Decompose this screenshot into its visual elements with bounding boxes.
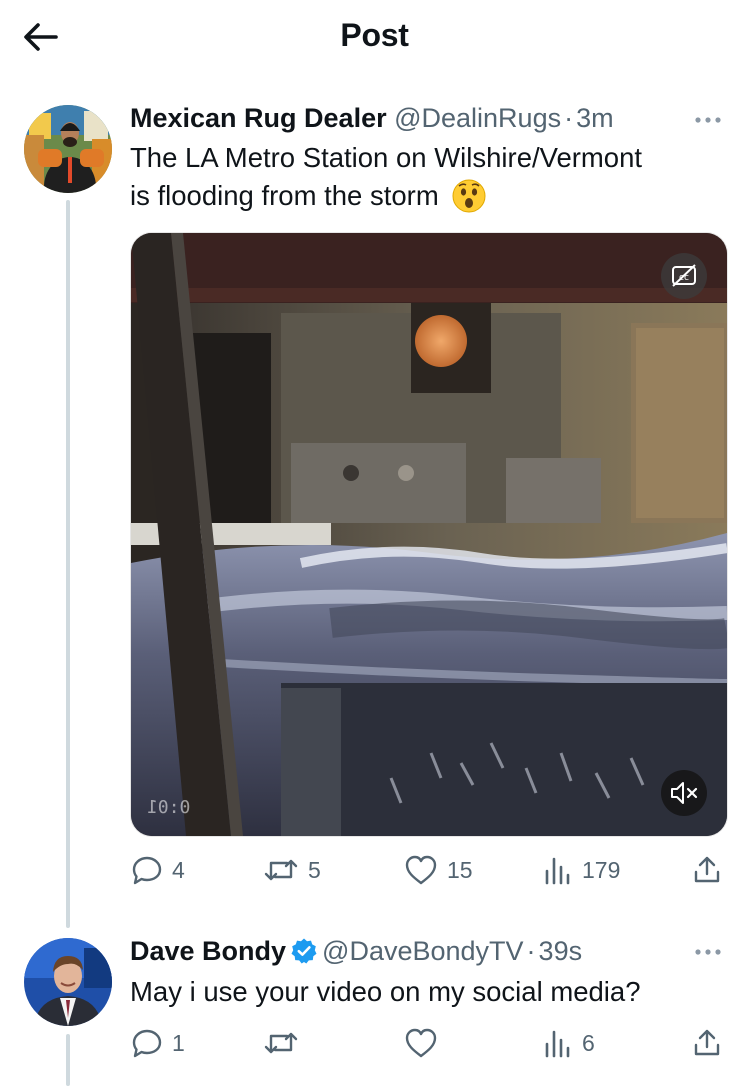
share-icon xyxy=(694,1029,720,1056)
author-handle[interactable]: @DealinRugs xyxy=(394,103,561,133)
video-timestamp: 0:01 xyxy=(147,797,191,818)
post-text: The LA Metro Station on Wilshire/Vermont… xyxy=(130,139,642,215)
separator: · xyxy=(564,103,574,133)
heart-icon xyxy=(405,1028,437,1058)
astonished-face-icon xyxy=(452,179,486,213)
reply-author-name[interactable]: Dave Bondy xyxy=(130,936,286,966)
mute-button[interactable] xyxy=(661,770,707,816)
heart-icon xyxy=(405,855,437,885)
reply-button[interactable]: 4 xyxy=(130,853,185,887)
thread-line xyxy=(66,200,70,928)
thread-line-continued xyxy=(66,1034,70,1086)
page-title: Post xyxy=(340,17,409,53)
share-icon xyxy=(694,856,720,883)
share-button[interactable] xyxy=(690,853,724,887)
reply-separator: · xyxy=(526,936,536,966)
reply-avatar-photo xyxy=(24,938,112,1026)
reply-bubble-icon xyxy=(132,856,162,885)
more-dots-icon xyxy=(695,949,721,955)
more-dots-icon xyxy=(695,117,721,123)
verified-badge-icon xyxy=(291,938,317,964)
avatar-photo xyxy=(24,105,112,193)
reply-views-button[interactable]: 6 xyxy=(540,1026,595,1060)
reply-reply-button[interactable]: 1 xyxy=(130,1026,185,1060)
repost-icon xyxy=(264,859,298,881)
views-chart-icon xyxy=(545,857,570,885)
reply-reply-count: 1 xyxy=(172,1029,185,1056)
reply-text: May i use your video on my social media? xyxy=(130,976,641,1007)
volume-muted-icon xyxy=(671,782,698,804)
repost-button[interactable]: 5 xyxy=(262,853,321,887)
reply-repost-button[interactable] xyxy=(262,1026,308,1060)
reply-views-count: 6 xyxy=(582,1029,595,1056)
repost-count: 5 xyxy=(308,856,321,883)
repost-icon xyxy=(264,1032,298,1054)
captions-off-icon: cc xyxy=(672,264,696,287)
video-frame xyxy=(131,233,727,836)
views-button[interactable]: 179 xyxy=(540,853,620,887)
reply-more-options-button[interactable] xyxy=(690,942,730,962)
post-time[interactable]: 3m xyxy=(576,103,614,133)
reply-count: 4 xyxy=(172,856,185,883)
reply-author-handle[interactable]: @DaveBondyTV xyxy=(322,936,524,966)
post-text-line-2: is flooding from the storm xyxy=(130,177,642,215)
post-video[interactable]: cc 0:01 xyxy=(130,232,728,837)
reply-header: Dave Bondy @DaveBondyTV · 39s xyxy=(130,934,582,968)
like-button[interactable]: 15 xyxy=(403,853,473,887)
reply-share-button[interactable] xyxy=(690,1026,724,1060)
like-count: 15 xyxy=(447,856,473,883)
reply-time[interactable]: 39s xyxy=(539,936,583,966)
author-avatar[interactable] xyxy=(24,105,112,193)
views-chart-icon xyxy=(545,1030,570,1058)
top-bar: Post xyxy=(0,0,749,74)
reply-bubble-icon xyxy=(132,1029,162,1058)
post-header: Mexican Rug Dealer @DealinRugs · 3m xyxy=(130,101,614,135)
views-count: 179 xyxy=(582,856,621,883)
post-text-line-1: The LA Metro Station on Wilshire/Vermont xyxy=(130,142,643,173)
post-text-line-2-text: is flooding from the storm xyxy=(130,180,439,211)
reply-author-avatar[interactable] xyxy=(24,938,112,1026)
more-options-button[interactable] xyxy=(690,110,730,130)
reply-like-button[interactable] xyxy=(403,1026,447,1060)
author-name[interactable]: Mexican Rug Dealer xyxy=(130,103,387,133)
captions-button[interactable]: cc xyxy=(661,253,707,299)
